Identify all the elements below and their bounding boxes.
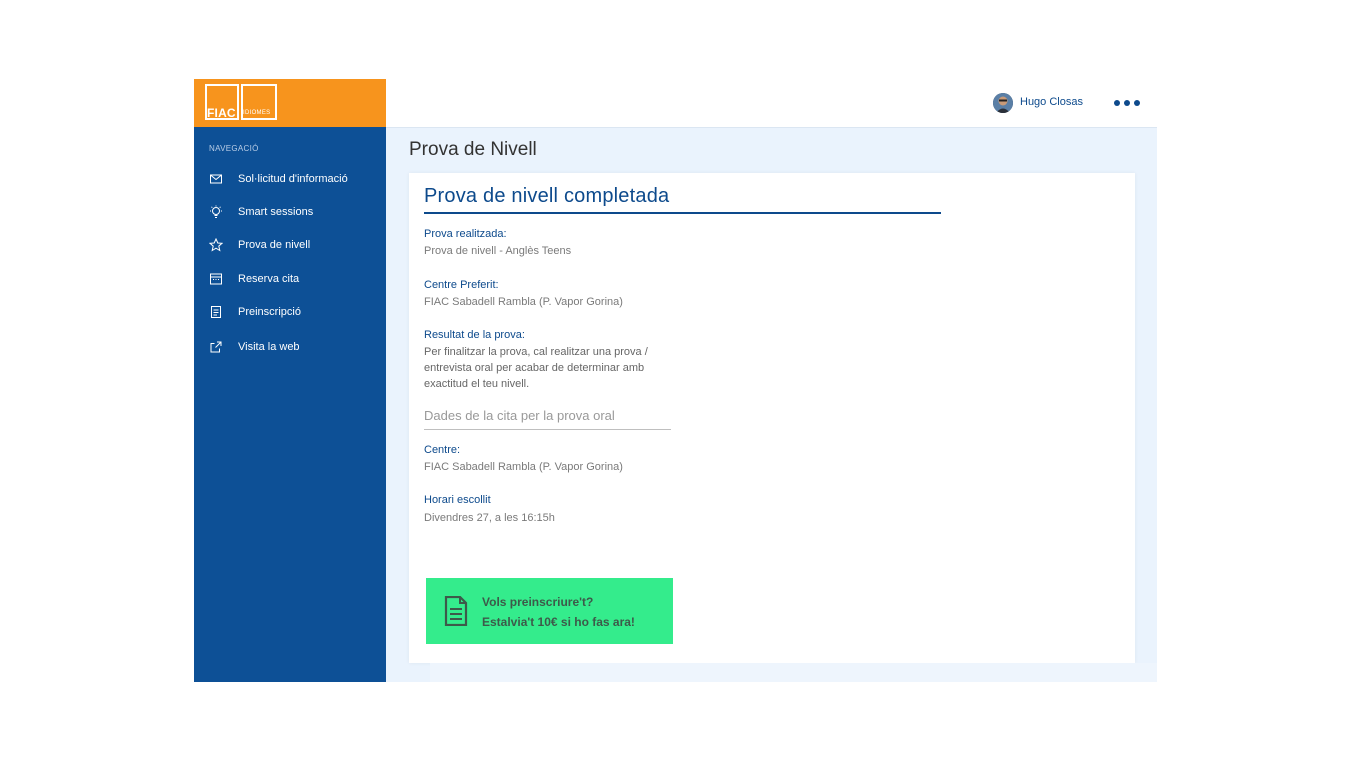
logo-bar: FIAC IDIOMES	[194, 79, 386, 127]
app-window: FIAC IDIOMES NAVEGACIÓ Sol·licitud d'inf…	[194, 79, 1157, 682]
dot	[1134, 100, 1140, 106]
result-card: Prova de nivell completada Prova realitz…	[409, 173, 1135, 663]
sidebar-item-label: Preinscripció	[238, 306, 301, 318]
logo-text: FIAC	[207, 106, 236, 120]
sidebar-item-label: Visita la web	[238, 341, 300, 353]
sidebar-item-smart-sessions[interactable]: Smart sessions	[209, 202, 313, 222]
sidebar-item-solicitud[interactable]: Sol·licitud d'informació	[209, 169, 348, 189]
footer-strip	[430, 663, 1157, 682]
fiac-logo[interactable]: FIAC IDIOMES	[205, 84, 277, 122]
center-value: FIAC Sabadell Rambla (P. Vapor Gorina)	[424, 461, 623, 473]
user-avatar-icon	[993, 93, 1013, 113]
user-name[interactable]: Hugo Closas	[1020, 96, 1083, 108]
sidebar-item-preinscripcio[interactable]: Preinscripció	[209, 302, 301, 322]
center-label: Centre:	[424, 444, 461, 456]
section-divider	[424, 429, 671, 430]
avatar[interactable]	[993, 93, 1013, 113]
schedule-value: Divendres 27, a les 16:15h	[424, 512, 555, 524]
more-dots-icon[interactable]	[1114, 97, 1140, 109]
title-underline	[424, 212, 941, 214]
card-title: Prova de nivell completada	[424, 185, 670, 207]
schedule-label: Horari escollit	[424, 494, 491, 506]
result-label: Resultat de la prova:	[424, 329, 525, 341]
result-value: Per finalitzar la prova, cal realitzar u…	[424, 346, 648, 390]
cta-line-1: Vols preinscriure't?	[482, 595, 594, 609]
sidebar-item-visita-web[interactable]: Visita la web	[209, 337, 300, 357]
center-pref-label: Centre Preferit:	[424, 279, 499, 291]
sidebar: FIAC IDIOMES NAVEGACIÓ Sol·licitud d'inf…	[194, 79, 386, 682]
sidebar-item-label: Reserva cita	[238, 273, 300, 285]
top-bar: Hugo Closas	[386, 79, 1157, 128]
document-icon	[444, 596, 468, 626]
sidebar-item-label: Prova de nivell	[238, 239, 311, 251]
sidebar-item-prova-nivell[interactable]: Prova de nivell	[209, 235, 310, 255]
calendar-icon	[210, 273, 222, 285]
external-link-icon	[210, 341, 222, 353]
dot	[1124, 100, 1130, 106]
test-value: Prova de nivell - Anglès Teens	[424, 245, 572, 257]
star-icon	[209, 238, 223, 252]
sidebar-item-reserva-cita[interactable]: Reserva cita	[209, 269, 299, 289]
envelope-icon	[210, 174, 222, 184]
oral-section-title: Dades de la cita per la prova oral	[424, 408, 615, 423]
lightbulb-icon	[210, 205, 222, 218]
test-label: Prova realitzada:	[424, 228, 507, 240]
sidebar-item-label: Smart sessions	[238, 206, 314, 218]
cta-line-2: Estalvia't 10€ si ho fas ara!	[482, 615, 635, 629]
page-title: Prova de Nivell	[409, 139, 537, 160]
sidebar-item-label: Sol·licitud d'informació	[238, 173, 348, 185]
nav-heading: NAVEGACIÓ	[209, 144, 259, 153]
logo-subtext: IDIOMES	[243, 110, 271, 116]
document-icon	[211, 306, 221, 318]
dot	[1114, 100, 1120, 106]
center-pref-value: FIAC Sabadell Rambla (P. Vapor Gorina)	[424, 296, 623, 308]
preinscription-cta-button[interactable]: Vols preinscriure't? Estalvia't 10€ si h…	[426, 578, 673, 644]
